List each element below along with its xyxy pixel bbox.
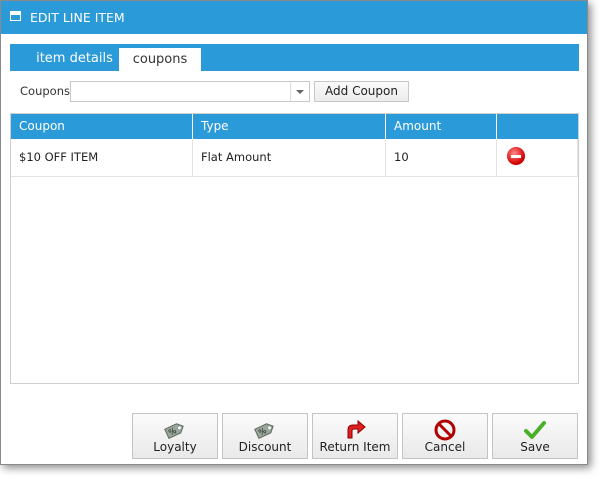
discount-tag-icon: % [254, 423, 274, 439]
add-coupon-button[interactable]: Add Coupon [314, 81, 409, 102]
column-header-actions [497, 114, 578, 139]
cell-actions [497, 139, 578, 176]
save-button[interactable]: Save [492, 413, 578, 459]
save-label: Save [520, 440, 550, 454]
coupons-table: Coupon Type Amount $10 OFF ITEM Flat Amo… [10, 113, 579, 384]
tab-item-details[interactable]: item details [22, 47, 127, 70]
column-header-amount[interactable]: Amount [386, 114, 497, 139]
tab-bar: item details coupons [10, 44, 579, 71]
remove-icon[interactable] [507, 147, 525, 165]
table-row[interactable]: $10 OFF ITEM Flat Amount 10 [11, 139, 578, 177]
coupons-label: Coupons [20, 84, 70, 98]
cell-amount: 10 [386, 139, 497, 176]
checkmark-icon [524, 421, 546, 439]
cancel-icon [434, 419, 456, 441]
window-icon [10, 11, 21, 21]
cell-type: Flat Amount [193, 139, 386, 176]
return-item-button[interactable]: Return Item [312, 413, 398, 459]
tab-coupons[interactable]: coupons [119, 48, 201, 71]
title-bar: EDIT LINE ITEM [1, 1, 587, 34]
chevron-down-icon[interactable] [290, 82, 309, 101]
discount-button[interactable]: % Discount [222, 413, 308, 459]
discount-label: Discount [238, 440, 292, 454]
column-header-type[interactable]: Type [193, 114, 386, 139]
window-title: EDIT LINE ITEM [30, 10, 125, 25]
cancel-label: Cancel [424, 440, 466, 454]
cell-coupon: $10 OFF ITEM [11, 139, 193, 176]
return-arrow-icon [347, 419, 366, 439]
table-header: Coupon Type Amount [11, 114, 578, 139]
edit-line-item-dialog: EDIT LINE ITEM item details coupons Coup… [0, 0, 588, 465]
column-header-coupon[interactable]: Coupon [11, 114, 193, 139]
loyalty-button[interactable]: % Loyalty [132, 413, 218, 459]
coupons-select[interactable] [70, 81, 310, 102]
return-item-label: Return Item [319, 440, 391, 454]
loyalty-tag-icon: % [164, 423, 184, 439]
loyalty-label: Loyalty [153, 440, 197, 454]
cancel-button[interactable]: Cancel [402, 413, 488, 459]
